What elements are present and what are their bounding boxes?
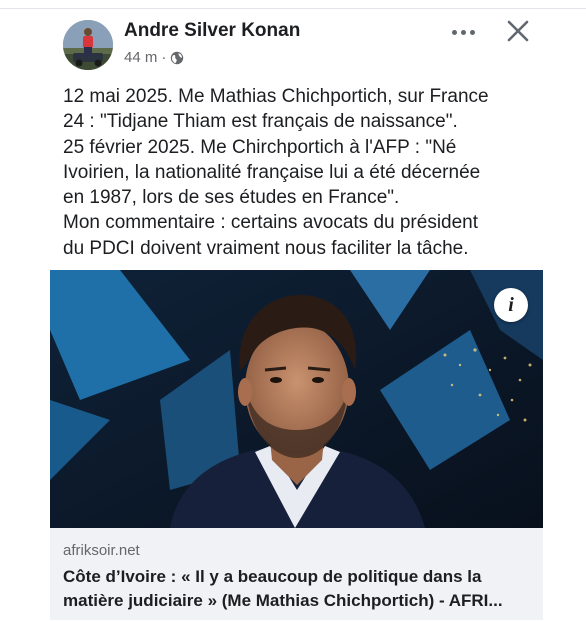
post-time[interactable]: 44 m xyxy=(124,49,157,66)
info-button[interactable]: i xyxy=(494,288,528,322)
more-horizontal-icon xyxy=(451,29,457,35)
post-text-line: 24 : "Tidjane Thiam est français de nais… xyxy=(63,111,458,133)
post-text-line: Mon commentaire : certains avocats du pr… xyxy=(63,212,479,234)
close-button[interactable] xyxy=(503,16,533,46)
top-divider xyxy=(0,8,586,9)
link-title: Côte d’Ivoire : « Il y a beaucoup de pol… xyxy=(63,565,533,613)
post-text-line: 25 février 2025. Me Chirchportich à l'AF… xyxy=(63,136,457,158)
post-text-line: 12 mai 2025. Me Mathias Chichportich, su… xyxy=(63,86,489,107)
post-text-line: Ivoirien, la nationalité française lui a… xyxy=(63,161,481,183)
more-dot xyxy=(469,29,475,35)
globe-icon xyxy=(170,51,184,65)
link-preview-card[interactable]: i afriksoir.net Côte d’Ivoire : « Il y a… xyxy=(50,270,543,620)
post-meta: 44 m · xyxy=(124,49,184,66)
author-avatar[interactable] xyxy=(63,20,113,70)
link-preview-footer[interactable]: afriksoir.net Côte d’Ivoire : « Il y a b… xyxy=(50,528,543,620)
close-icon xyxy=(507,20,529,42)
meta-separator: · xyxy=(161,49,167,66)
more-options-button[interactable] xyxy=(446,18,480,46)
link-preview-image[interactable]: i xyxy=(50,270,543,528)
facebook-post-view: Andre Silver Konan 44 m · 12 mai 2025. M… xyxy=(0,0,586,622)
post-text-line: en 1987, lors de ses études en France". xyxy=(63,187,400,209)
post-text-line: du PDCI doivent vraiment nous faciliter … xyxy=(63,237,469,259)
post-text: 12 mai 2025. Me Mathias Chichportich, su… xyxy=(63,84,543,261)
link-title-line: matière judiciaire » (Me Mathias Chichpo… xyxy=(63,591,503,610)
link-domain: afriksoir.net xyxy=(63,542,140,559)
author-name[interactable]: Andre Silver Konan xyxy=(124,20,300,42)
more-dot xyxy=(460,29,466,35)
link-title-line: Côte d’Ivoire : « Il y a beaucoup de pol… xyxy=(63,567,482,586)
